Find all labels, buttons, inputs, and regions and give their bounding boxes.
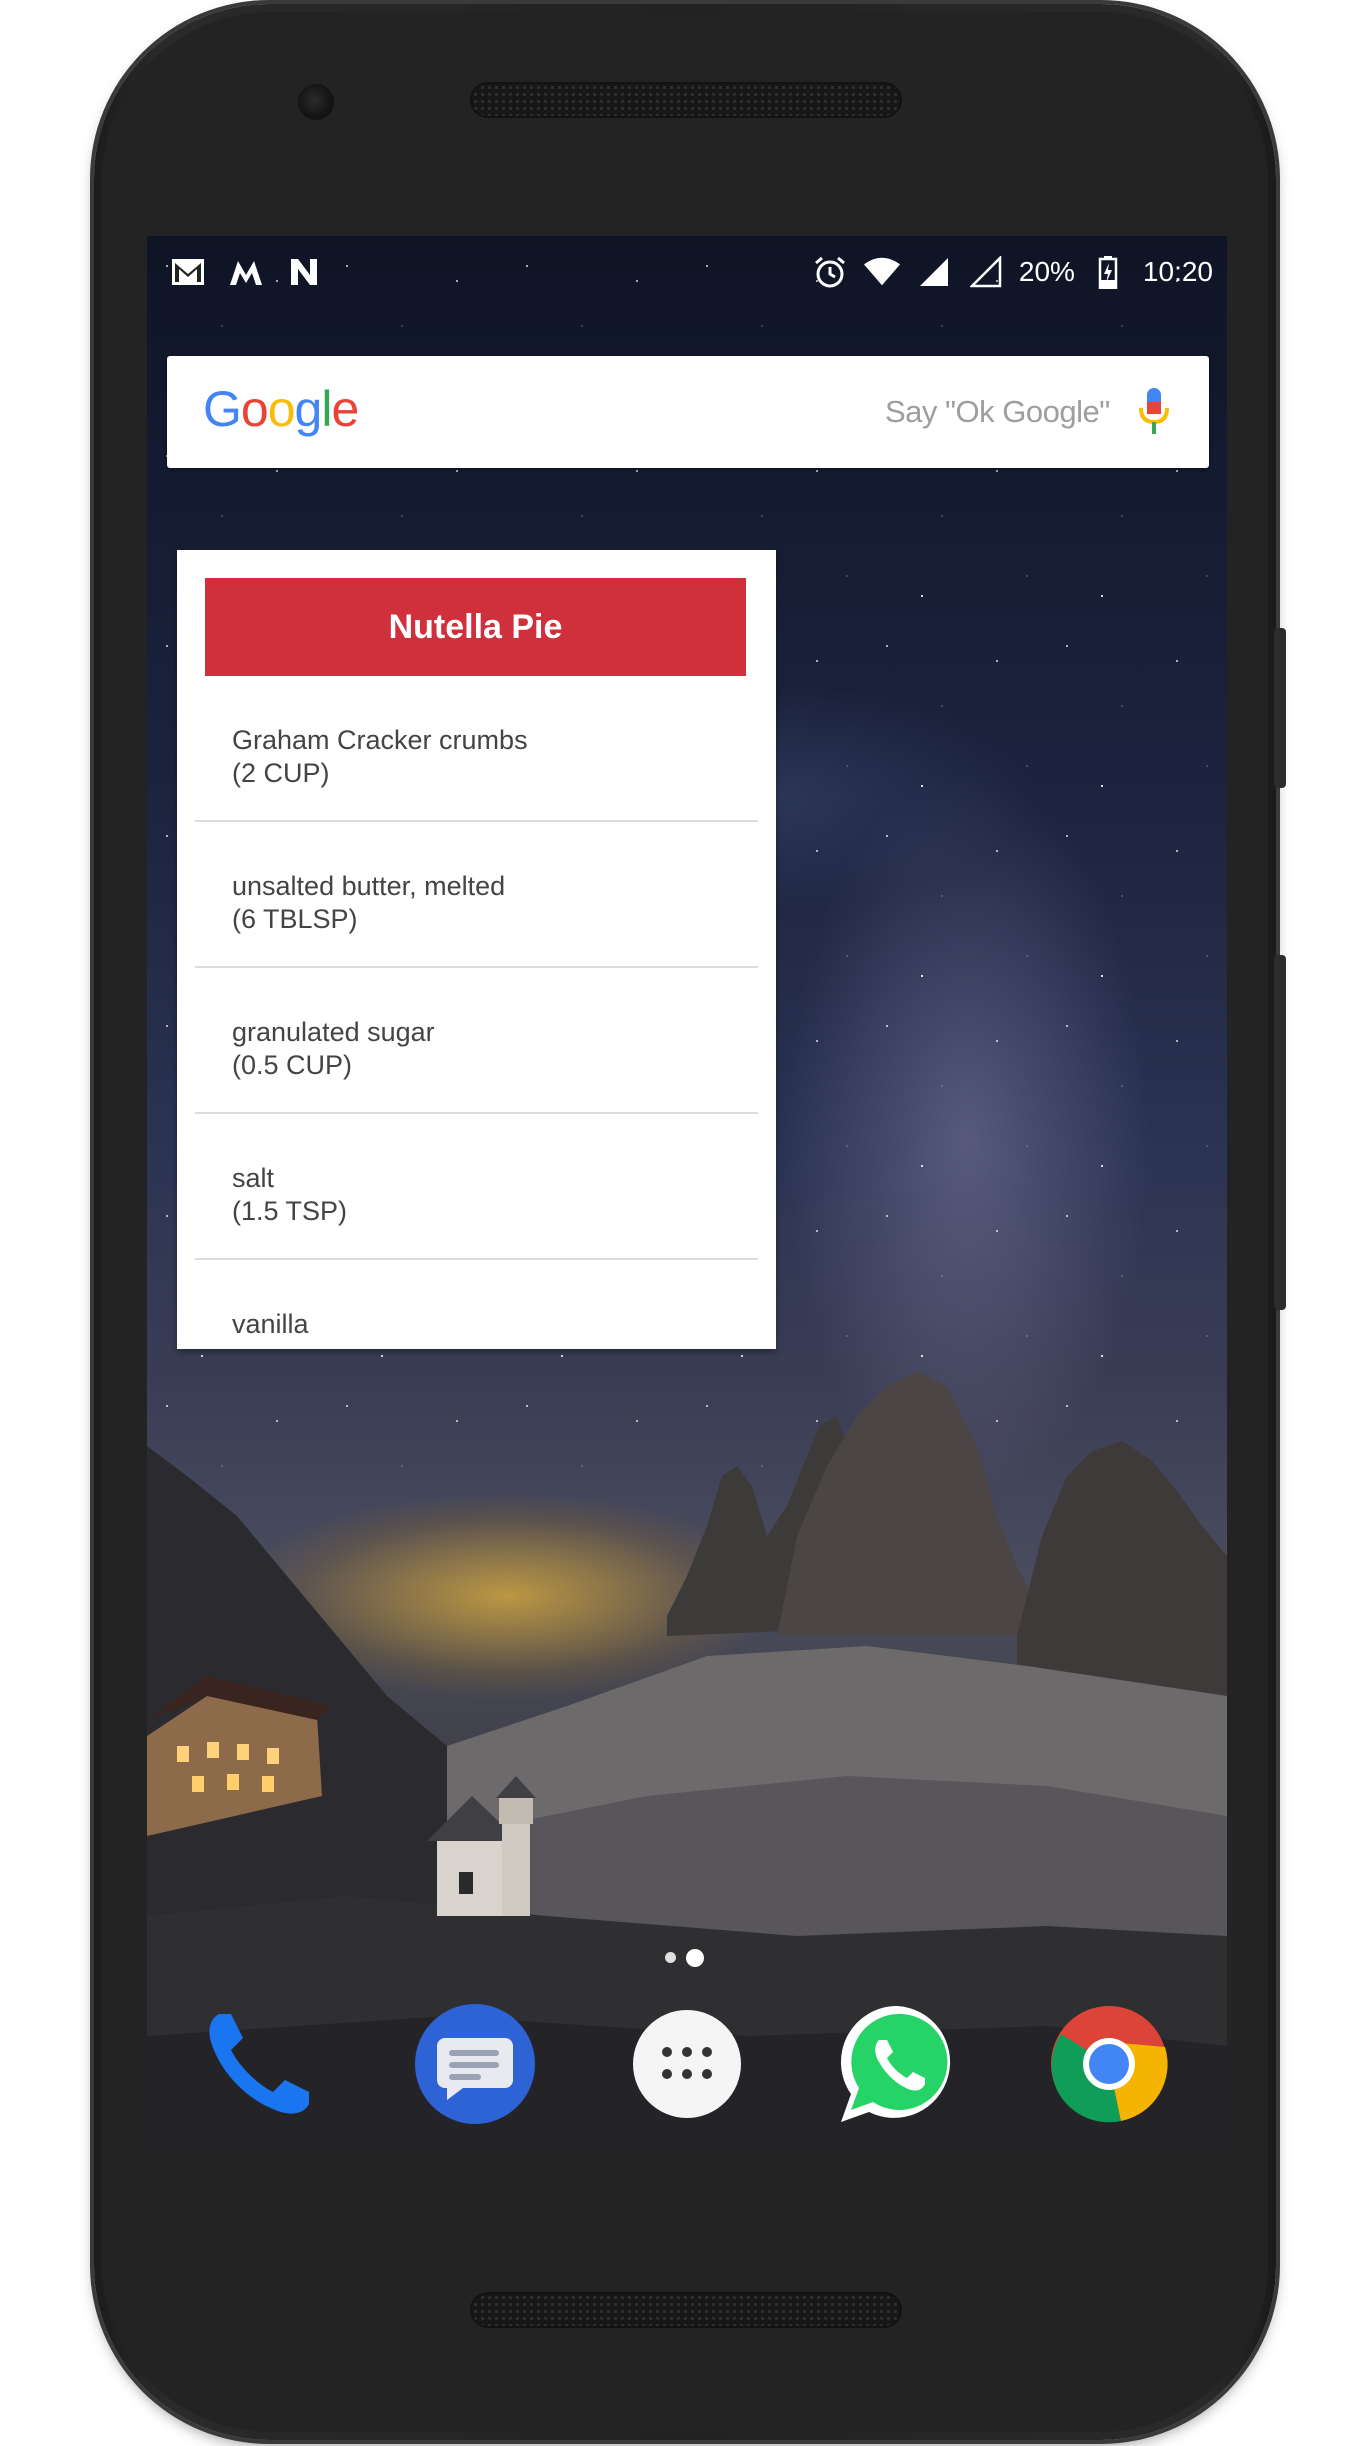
page-indicator xyxy=(665,1949,704,1967)
ingredient-name: Graham Cracker crumbs xyxy=(232,725,528,755)
phone-icon[interactable] xyxy=(197,2002,321,2126)
no-sim-signal-icon xyxy=(967,253,1005,291)
ingredient-name: vanilla xyxy=(232,1309,309,1339)
earpiece-speaker xyxy=(470,82,902,118)
ingredient-quantity: (2 CUP) xyxy=(232,758,330,788)
ingredient-item[interactable]: Graham Cracker crumbs (2 CUP) xyxy=(195,676,758,822)
gmail-icon xyxy=(169,253,207,291)
alarm-icon xyxy=(811,253,849,291)
google-logo-letter: o xyxy=(240,381,269,437)
ingredient-name: salt xyxy=(232,1163,275,1193)
google-search-bar[interactable]: Google Say "Ok Google" xyxy=(167,356,1209,468)
ingredient-name: unsalted butter, melted xyxy=(232,871,506,901)
mic-icon[interactable] xyxy=(1137,386,1171,438)
moto-icon xyxy=(227,253,265,291)
app-drawer-icon[interactable] xyxy=(625,2002,749,2126)
whatsapp-icon[interactable] xyxy=(835,2002,959,2126)
page-dot-1 xyxy=(665,1952,676,1963)
system-icons: 20% 10:20 xyxy=(811,253,1213,291)
google-logo-letter: e xyxy=(331,381,359,437)
recipe-widget[interactable]: Nutella Pie Graham Cracker crumbs (2 CUP)… xyxy=(177,550,776,1349)
signal-icon xyxy=(915,253,953,291)
google-logo-letter: l xyxy=(321,381,332,437)
ingredient-name: granulated sugar xyxy=(232,1017,435,1047)
ingredient-item[interactable]: salt (1.5 TSP) xyxy=(195,1114,758,1260)
voice-search-hint: Say "Ok Google" xyxy=(885,394,1110,429)
clock: 10:20 xyxy=(1142,256,1213,287)
home-screen: 20% 10:20 Google Say "Ok Google" Nutella… xyxy=(147,236,1227,2154)
ingredient-quantity: (0.5 CUP) xyxy=(232,1050,353,1080)
battery-percent: 20% xyxy=(1018,256,1075,287)
n-notification-icon xyxy=(285,253,323,291)
front-camera xyxy=(298,84,334,120)
dock xyxy=(147,1998,1227,2128)
wifi-icon xyxy=(863,253,901,291)
power-button[interactable] xyxy=(1274,628,1286,788)
notification-icons xyxy=(169,253,323,291)
ingredient-list[interactable]: Graham Cracker crumbs (2 CUP) unsalted but… xyxy=(195,676,758,1349)
ingredient-quantity: (1.5 TSP) xyxy=(232,1196,348,1226)
bottom-speaker xyxy=(470,2292,902,2328)
chrome-icon[interactable] xyxy=(1047,2002,1171,2126)
google-logo-letter: g xyxy=(294,381,323,437)
status-bar: 20% 10:20 xyxy=(147,236,1227,308)
google-logo-letter: o xyxy=(267,381,296,437)
ingredient-item[interactable]: vanilla xyxy=(195,1260,758,1349)
battery-icon xyxy=(1089,253,1127,291)
volume-rocker[interactable] xyxy=(1274,955,1286,1310)
messages-icon[interactable] xyxy=(413,2002,537,2126)
page-dot-2 xyxy=(686,1949,704,1967)
ingredient-quantity: (6 TBLSP) xyxy=(232,904,358,934)
ingredient-item[interactable]: granulated sugar (0.5 CUP) xyxy=(195,968,758,1114)
recipe-title[interactable]: Nutella Pie xyxy=(205,578,746,676)
ingredient-item[interactable]: unsalted butter, melted (6 TBLSP) xyxy=(195,822,758,968)
google-logo: Google xyxy=(203,380,359,438)
google-logo-letter: G xyxy=(203,381,242,437)
